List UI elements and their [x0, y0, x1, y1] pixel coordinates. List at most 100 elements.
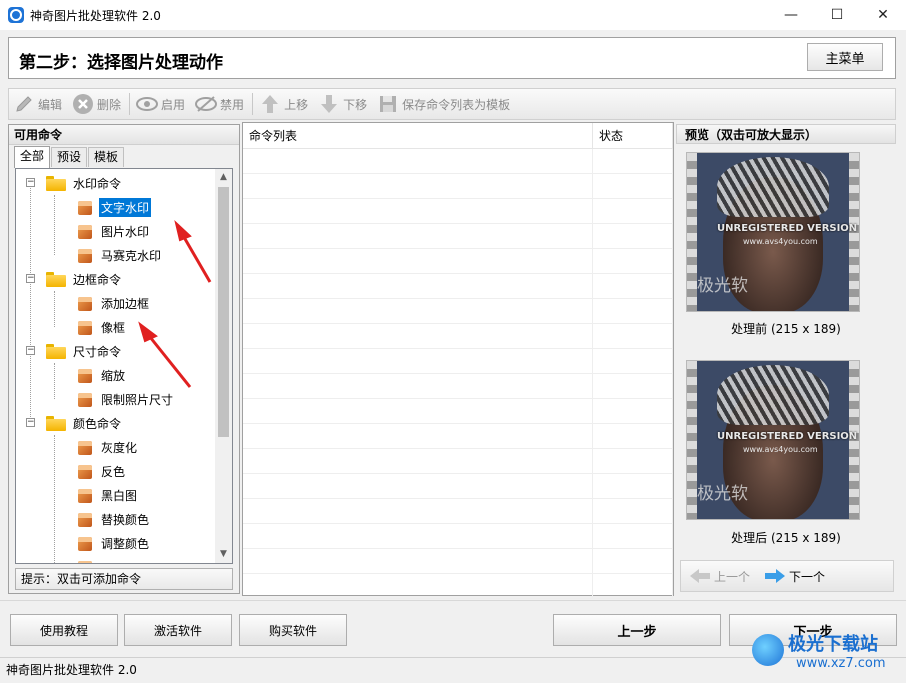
tree-group-watermark[interactable]: − 水印命令 — [16, 171, 123, 195]
table-row[interactable] — [243, 149, 673, 174]
folder-icon — [46, 415, 66, 431]
tree-connector — [54, 195, 55, 255]
tree-connector — [30, 183, 31, 423]
tree-item-black-white[interactable]: 黑白图 — [76, 483, 139, 507]
table-row[interactable] — [243, 524, 673, 549]
tree-item-grayscale[interactable]: 灰度化 — [76, 435, 139, 459]
scroll-up-icon[interactable]: ▲ — [215, 169, 232, 186]
scroll-down-icon[interactable]: ▼ — [215, 546, 232, 563]
arrow-right-icon — [765, 569, 786, 583]
preview-before-image[interactable]: UNREGISTERED VERSION www.avs4you.com 极光软 — [686, 152, 860, 312]
watermark-text: UNREGISTERED VERSION — [717, 223, 858, 234]
enable-button[interactable]: 启用 — [136, 93, 185, 115]
delete-label: 删除 — [97, 97, 122, 112]
photo-hair — [717, 365, 829, 425]
column-header-status[interactable]: 状态 — [593, 123, 673, 148]
minimize-button[interactable]: — — [768, 0, 814, 30]
film-strip — [687, 153, 697, 311]
preview-navigation: 上一个 下一个 — [680, 560, 894, 592]
watermark-url: www.avs4you.com — [743, 445, 818, 454]
tree-item-invert[interactable]: 反色 — [76, 459, 127, 483]
table-row[interactable] — [243, 374, 673, 399]
tree-group-border[interactable]: − 边框命令 — [16, 267, 123, 291]
table-row[interactable] — [243, 274, 673, 299]
tab-presets[interactable]: 预设 — [51, 147, 88, 167]
tree-item-image-watermark[interactable]: 图片水印 — [76, 219, 151, 243]
save-template-button[interactable]: 保存命令列表为模板 — [377, 93, 510, 115]
close-button[interactable]: ✕ — [860, 0, 906, 30]
tree-connector — [54, 291, 55, 327]
eye-off-icon — [195, 93, 218, 115]
tree-item-limit-size[interactable]: 限制照片尺寸 — [76, 387, 175, 411]
table-row[interactable] — [243, 349, 673, 374]
tab-templates[interactable]: 模板 — [88, 147, 125, 167]
app-icon — [8, 7, 24, 23]
tree-group-label: 水印命令 — [73, 176, 122, 191]
move-up-button[interactable]: 上移 — [259, 93, 308, 115]
move-down-button[interactable]: 下移 — [318, 93, 367, 115]
table-row[interactable] — [243, 449, 673, 474]
command-list-header: 命令列表 状态 — [243, 123, 673, 149]
collapse-icon[interactable]: − — [26, 178, 35, 187]
buy-button[interactable]: 购买软件 — [239, 614, 347, 646]
column-header-commands[interactable]: 命令列表 — [243, 123, 593, 148]
table-row[interactable] — [243, 399, 673, 424]
previous-step-button[interactable]: 上一步 — [553, 614, 721, 646]
tree-item-photo-frame[interactable]: 像框 — [76, 315, 127, 339]
tab-all[interactable]: 全部 — [14, 146, 51, 168]
tree-item-label: 图片水印 — [101, 224, 150, 239]
table-row[interactable] — [243, 224, 673, 249]
command-cube-icon — [76, 390, 94, 408]
tree-group-color[interactable]: − 颜色命令 — [16, 411, 123, 435]
prev-image-button[interactable]: 上一个 — [689, 568, 750, 585]
preview-after-image[interactable]: UNREGISTERED VERSION www.avs4you.com 极光软 — [686, 360, 860, 520]
preview-before-caption: 处理前 (215 x 189) — [731, 322, 841, 336]
table-row[interactable] — [243, 549, 673, 574]
delete-button[interactable]: 删除 — [72, 93, 121, 115]
main-menu-button[interactable]: 主菜单 — [807, 43, 883, 71]
table-row[interactable] — [243, 499, 673, 524]
table-row[interactable] — [243, 424, 673, 449]
collapse-icon[interactable]: − — [26, 346, 35, 355]
tree-item-adjust-color[interactable]: 调整颜色 — [76, 531, 151, 555]
table-row[interactable] — [243, 299, 673, 324]
tree-item-add-border[interactable]: 添加边框 — [76, 291, 151, 315]
tree-item-resize[interactable]: 缩放 — [76, 363, 127, 387]
tutorial-button[interactable]: 使用教程 — [10, 614, 118, 646]
command-tabs: 全部 预设 模板 — [14, 146, 125, 168]
collapse-icon[interactable]: − — [26, 418, 35, 427]
disable-button[interactable]: 禁用 — [195, 93, 244, 115]
command-list-panel[interactable]: 命令列表 状态 — [242, 122, 674, 599]
table-row[interactable] — [243, 249, 673, 274]
site-watermark-url: www.xz7.com — [796, 656, 886, 671]
tree-item-replace-color[interactable]: 替换颜色 — [76, 507, 151, 531]
toolbar-separator — [252, 93, 254, 115]
next-image-button[interactable]: 下一个 — [764, 568, 825, 585]
tree-item-mosaic-watermark[interactable]: 马赛克水印 — [76, 243, 163, 267]
activate-button[interactable]: 激活软件 — [124, 614, 232, 646]
watermark-text: UNREGISTERED VERSION — [717, 431, 858, 442]
tree-scrollbar[interactable]: ▲ ▼ — [215, 169, 232, 563]
pencil-icon — [13, 93, 35, 115]
command-cube-icon — [76, 222, 94, 240]
scrollbar-thumb[interactable] — [218, 187, 229, 437]
tree-group-size[interactable]: − 尺寸命令 — [16, 339, 123, 363]
tree-item-label: 替换颜色 — [101, 512, 150, 527]
step-header: 第二步：选择图片处理动作 主菜单 — [8, 37, 896, 79]
tree-item-partial[interactable] — [76, 555, 94, 563]
enable-label: 启用 — [161, 97, 186, 112]
command-cube-icon — [76, 438, 94, 456]
table-row[interactable] — [243, 199, 673, 224]
table-row[interactable] — [243, 324, 673, 349]
tree-item-text-watermark[interactable]: 文字水印 — [76, 195, 152, 219]
eye-icon — [136, 93, 159, 115]
maximize-button[interactable]: ☐ — [814, 0, 860, 30]
collapse-icon[interactable]: − — [26, 274, 35, 283]
edit-button[interactable]: 编辑 — [13, 93, 62, 115]
folder-icon — [46, 271, 66, 287]
table-row[interactable] — [243, 574, 673, 599]
table-row[interactable] — [243, 474, 673, 499]
command-tree: − 水印命令 文字水印 图片水印 马赛克水印 − 边框命令 添加边框 像框 − … — [15, 168, 233, 564]
site-logo-icon — [752, 634, 784, 666]
table-row[interactable] — [243, 174, 673, 199]
